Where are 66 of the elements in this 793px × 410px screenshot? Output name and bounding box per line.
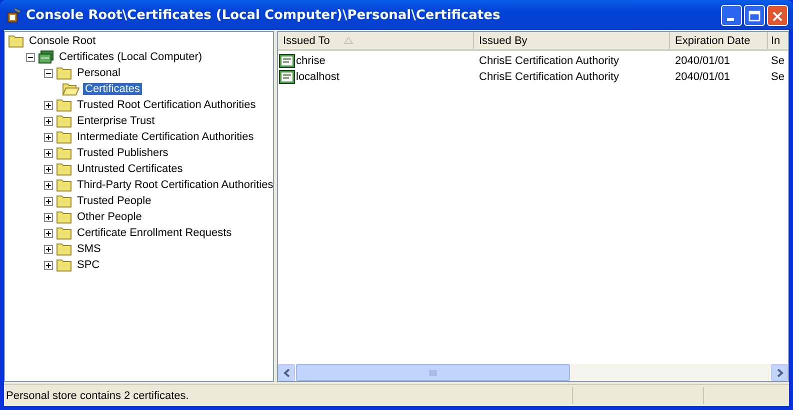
folder-icon xyxy=(56,98,72,112)
expander-icon[interactable] xyxy=(44,100,55,110)
close-button[interactable] xyxy=(767,4,788,26)
horizontal-scrollbar[interactable] xyxy=(278,364,788,381)
tree-item[interactable]: Enterprise Trust xyxy=(75,115,157,127)
column-header[interactable]: Issued By xyxy=(474,32,670,49)
status-text: Personal store contains 2 certificates. xyxy=(5,390,190,402)
expander-icon[interactable] xyxy=(44,260,55,270)
folder-icon xyxy=(56,178,72,192)
expander-icon[interactable] xyxy=(44,116,55,126)
tree-item[interactable]: SMS xyxy=(75,243,103,255)
folder-icon xyxy=(56,146,72,160)
tree-item[interactable]: Other People xyxy=(75,211,144,223)
scroll-thumb[interactable] xyxy=(296,364,570,381)
tree-item[interactable]: Trusted Publishers xyxy=(75,147,170,159)
folder-icon xyxy=(56,194,72,208)
expander-icon[interactable] xyxy=(44,164,55,174)
maximize-button[interactable] xyxy=(744,4,765,26)
expander-icon[interactable] xyxy=(44,180,55,190)
expander-icon[interactable] xyxy=(44,68,55,78)
expander-icon[interactable] xyxy=(44,212,55,222)
table-cell[interactable]: chrise xyxy=(296,55,326,67)
scroll-right-button[interactable] xyxy=(771,364,788,381)
tree-item[interactable]: Certificates xyxy=(83,83,142,95)
window-title: Console Root\Certificates (Local Computer)\Personal\Certificates xyxy=(26,8,502,22)
minimize-button[interactable] xyxy=(721,4,742,26)
tree-item[interactable]: Intermediate Certification Authorities xyxy=(75,131,256,143)
expander-icon[interactable] xyxy=(44,228,55,238)
tree-item[interactable]: Untrusted Certificates xyxy=(75,163,185,175)
tree-item[interactable]: Third-Party Root Certification Authorities xyxy=(75,179,273,191)
tree-item[interactable]: Trusted People xyxy=(75,195,154,207)
folder-icon xyxy=(8,34,24,48)
expander-icon[interactable] xyxy=(44,132,55,142)
column-header[interactable]: Issued To xyxy=(278,32,474,49)
expander-icon[interactable] xyxy=(44,148,55,158)
table-cell: ChrisE Certification Authority xyxy=(479,71,619,83)
tree-item[interactable]: Trusted Root Certification Authorities xyxy=(75,99,258,111)
expander-icon[interactable] xyxy=(44,244,55,254)
open-folder-icon xyxy=(62,82,80,96)
folder-icon xyxy=(56,258,72,272)
scroll-left-button[interactable] xyxy=(278,364,295,381)
expander-icon[interactable] xyxy=(44,196,55,206)
table-cell: 2040/01/01 xyxy=(675,55,730,67)
table-cell: Se xyxy=(771,55,784,67)
folder-icon xyxy=(56,162,72,176)
tree-item[interactable]: Certificates (Local Computer) xyxy=(57,51,204,63)
table-cell: 2040/01/01 xyxy=(675,71,730,83)
tree-item[interactable]: Personal xyxy=(75,67,122,79)
folder-icon xyxy=(56,226,72,240)
column-header[interactable]: Expiration Date xyxy=(670,32,768,49)
folder-icon xyxy=(56,210,72,224)
folder-icon xyxy=(56,66,72,80)
table-cell: ChrisE Certification Authority xyxy=(479,55,619,67)
table-cell[interactable]: localhost xyxy=(296,71,340,83)
folder-icon xyxy=(56,114,72,128)
console-icon xyxy=(6,7,22,23)
tree-item[interactable]: SPC xyxy=(75,259,102,271)
certificate-store-icon xyxy=(38,50,54,64)
column-header[interactable]: In xyxy=(768,32,788,49)
folder-icon xyxy=(56,242,72,256)
tree-item[interactable]: Certificate Enrollment Requests xyxy=(75,227,234,239)
tree-item[interactable]: Console Root xyxy=(27,35,98,47)
expander-icon[interactable] xyxy=(26,52,37,62)
table-cell: Se xyxy=(771,71,784,83)
minimize-icon xyxy=(727,18,734,20)
folder-icon xyxy=(56,130,72,144)
